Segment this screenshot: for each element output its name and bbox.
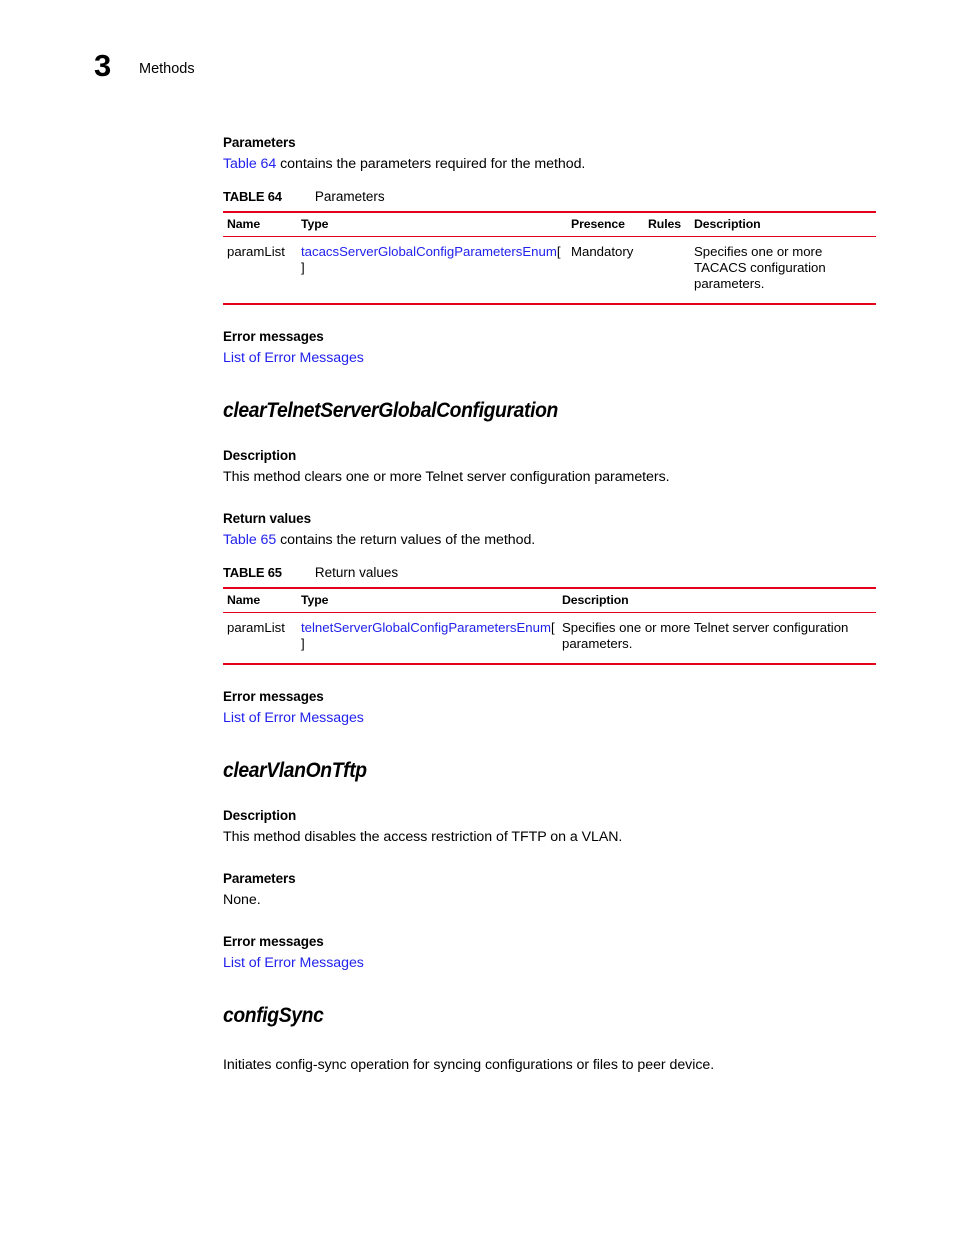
table-65-link[interactable]: Table 65 (223, 532, 276, 548)
method-2-description-text: This method disables the access restrict… (223, 829, 623, 845)
method-heading-clear-telnet-server-global-configuration: clearTelnetServerGlobalConfiguration (223, 399, 558, 422)
method-3-description-text: Initiates config-sync operation for sync… (223, 1057, 715, 1073)
table-64-label: TABLE 64 (223, 189, 282, 204)
type-link-tacacs-enum[interactable]: tacacsServerGlobalConfigParametersEnum (301, 244, 557, 259)
method-1-return-values-intro: Table 65 contains the return values of t… (223, 531, 873, 550)
chapter-title: Methods (139, 61, 195, 77)
parameters-intro-text: contains the parameters required for the… (276, 156, 586, 172)
table-64-cell-type: tacacsServerGlobalConfigParametersEnum[ … (301, 237, 571, 305)
method-1-return-values-heading: Return values (223, 511, 311, 526)
list-of-error-messages-link-2[interactable]: List of Error Messages (223, 710, 364, 726)
table-64-cell-description: Specifies one or more TACACS configurati… (694, 244, 826, 291)
table-64-caption: TABLE 64 Parameters (223, 188, 873, 206)
table-65-col-description: Description (562, 593, 629, 607)
table-64-col-presence: Presence (571, 217, 625, 231)
table-65-caption: TABLE 65 Return values (223, 564, 873, 582)
table-65-cell-description: Specifies one or more Telnet server conf… (562, 620, 849, 651)
table-64-cell-rules (648, 237, 694, 305)
table-64-header-row: Name Type Presence Rules Description (223, 212, 876, 237)
method-heading-config-sync: configSync (223, 1004, 324, 1027)
table-64-col-rules: Rules (648, 217, 681, 231)
error-messages-heading-2: Error messages (223, 689, 324, 704)
table-65-cell-name: paramList (227, 620, 285, 635)
method-heading-clear-vlan-on-tftp: clearVlanOnTftp (223, 759, 367, 782)
table-row: paramList telnetServerGlobalConfigParame… (223, 613, 876, 665)
error-messages-line-2: List of Error Messages (223, 709, 873, 728)
table-64: Name Type Presence Rules Description par… (223, 211, 876, 305)
method-1-return-values-text: contains the return values of the method… (276, 532, 536, 548)
error-messages-heading-3: Error messages (223, 934, 324, 949)
type-link-telnet-enum[interactable]: telnetServerGlobalConfigParametersEnum (301, 620, 551, 635)
table-65-header-row: Name Type Description (223, 588, 876, 613)
method-2-parameters-heading: Parameters (223, 871, 296, 886)
list-of-error-messages-link-1[interactable]: List of Error Messages (223, 350, 364, 366)
table-64-cell-presence: Mandatory (571, 244, 634, 259)
document-content: Parameters Table 64 contains the paramet… (223, 134, 876, 1075)
table-65-cell-type: telnetServerGlobalConfigParametersEnum[ … (301, 613, 562, 665)
table-64-col-description: Description (694, 217, 761, 231)
method-2-parameters-text: None. (223, 892, 261, 908)
error-messages-heading-1: Error messages (223, 329, 324, 344)
chapter-number: 3 (94, 48, 111, 83)
table-65-col-name: Name (227, 593, 261, 607)
parameters-heading: Parameters (223, 135, 296, 150)
table-65: Name Type Description paramList telnetSe… (223, 587, 876, 665)
parameters-intro: Table 64 contains the parameters require… (223, 155, 873, 174)
table-64-col-name: Name (227, 217, 261, 231)
table-65-title: Return values (314, 565, 399, 580)
table-65-col-type: Type (301, 593, 329, 607)
page-running-header: 3 Methods (0, 48, 954, 92)
list-of-error-messages-link-3[interactable]: List of Error Messages (223, 955, 364, 971)
table-65-label: TABLE 65 (223, 565, 282, 580)
error-messages-line-1: List of Error Messages (223, 349, 873, 368)
method-1-description-heading: Description (223, 448, 297, 463)
table-64-link[interactable]: Table 64 (223, 156, 276, 172)
method-2-description-heading: Description (223, 808, 297, 823)
table-row: paramList tacacsServerGlobalConfigParame… (223, 237, 876, 305)
error-messages-line-3: List of Error Messages (223, 954, 873, 973)
table-64-title: Parameters (314, 189, 385, 204)
table-64-cell-name: paramList (227, 244, 285, 259)
method-1-description-text: This method clears one or more Telnet se… (223, 469, 670, 485)
table-64-col-type: Type (301, 217, 329, 231)
